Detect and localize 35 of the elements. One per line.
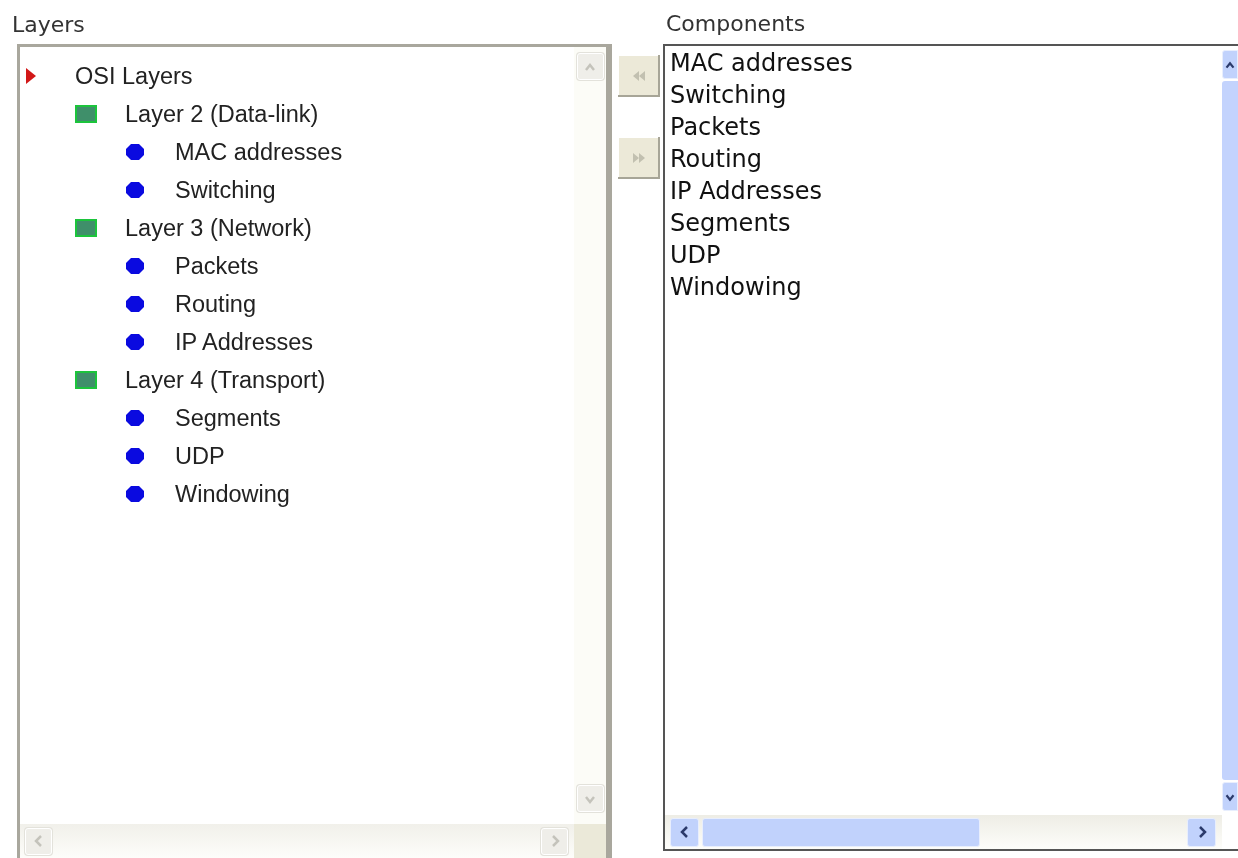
tree-item[interactable]: OSI Layers (75, 62, 193, 90)
list-item[interactable]: Switching (670, 80, 787, 112)
scrollbar-thumb[interactable] (1222, 81, 1238, 780)
triangle-icon (25, 67, 37, 85)
tree-item[interactable]: MAC addresses (175, 138, 343, 166)
list-item[interactable]: MAC addresses (670, 48, 853, 80)
list-item[interactable]: Routing (670, 144, 762, 176)
list-item[interactable]: Segments (670, 208, 791, 240)
list-item[interactable]: IP Addresses (670, 176, 823, 208)
tree-item[interactable]: Windowing (175, 480, 290, 508)
square-icon (75, 219, 97, 237)
scroll-up-button[interactable] (1222, 50, 1238, 79)
tree-item[interactable]: UDP (175, 442, 225, 470)
panel-label: Components (665, 10, 807, 38)
tree-item[interactable]: Layer 3 (Network) (125, 214, 312, 242)
scrollbar-corner (574, 824, 606, 858)
list-item[interactable]: UDP (670, 240, 721, 272)
tree-item[interactable]: Switching (175, 176, 276, 204)
panel-label: Layers (12, 11, 86, 39)
scroll-left-button[interactable] (670, 817, 699, 847)
tree-item[interactable]: IP Addresses (175, 328, 314, 356)
double-arrow-right-icon (632, 152, 646, 164)
tree-item[interactable]: Layer 2 (Data-link) (125, 100, 319, 128)
double-arrow-left-icon (632, 70, 646, 82)
square-icon (75, 105, 97, 123)
list-item[interactable]: Windowing (670, 272, 802, 304)
scrollbar-thumb[interactable] (702, 817, 980, 847)
tree-item[interactable]: Layer 4 (Transport) (125, 366, 326, 394)
square-icon (75, 371, 97, 389)
scroll-right-button[interactable] (1187, 817, 1216, 847)
tree-item[interactable]: Routing (175, 290, 256, 318)
tree-item[interactable]: Segments (175, 404, 281, 432)
list-item[interactable]: Packets (670, 112, 762, 144)
tree-item[interactable]: Packets (175, 252, 259, 280)
scroll-down-button[interactable] (1222, 782, 1238, 811)
